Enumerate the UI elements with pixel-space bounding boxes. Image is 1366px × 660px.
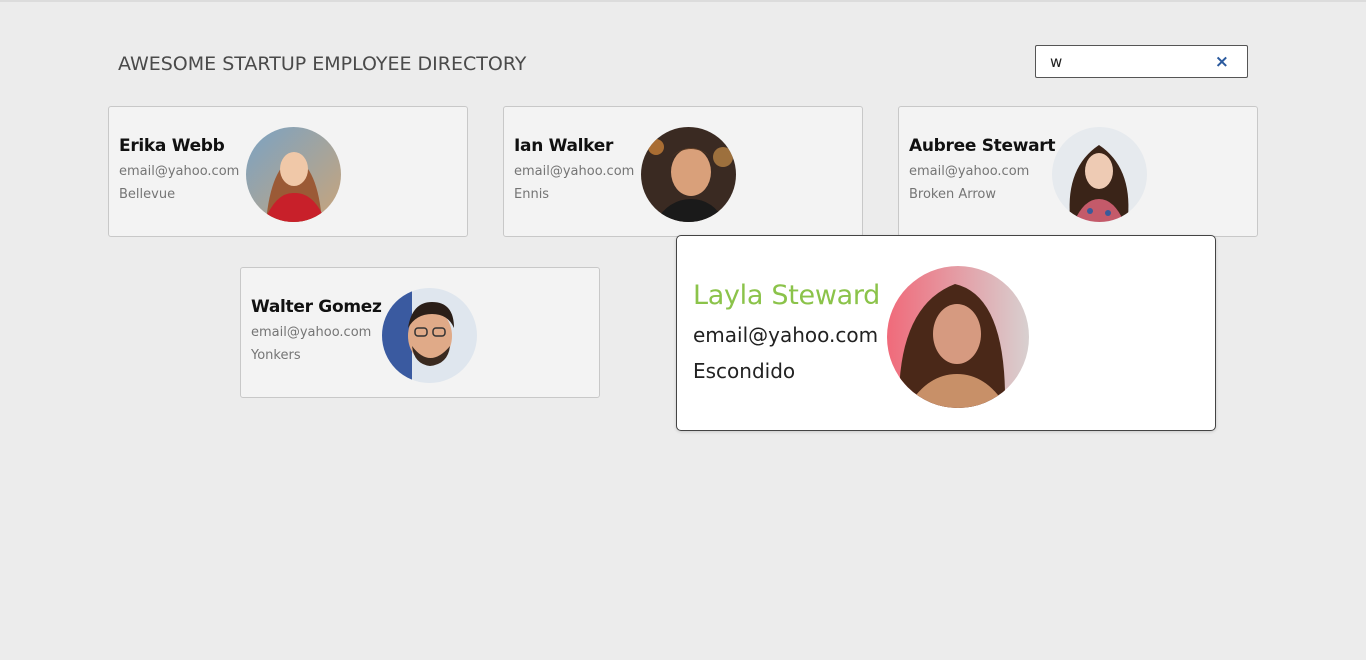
avatar	[887, 266, 1029, 408]
avatar-photo-icon	[382, 288, 477, 383]
avatar-photo-icon	[641, 127, 736, 222]
selected-employee-card[interactable]: Layla Steward email@yahoo.com Escondido	[676, 235, 1216, 431]
employee-name: Aubree Stewart	[909, 136, 1056, 156]
employee-card[interactable]: Aubree Stewart email@yahoo.com Broken Ar…	[898, 106, 1258, 237]
employee-name: Erika Webb	[119, 136, 225, 156]
employee-city: Bellevue	[119, 187, 176, 202]
page-title: AWESOME STARTUP EMPLOYEE DIRECTORY	[118, 53, 527, 75]
clear-icon[interactable]: ×	[1215, 52, 1229, 72]
avatar	[246, 127, 341, 222]
employee-city: Ennis	[514, 187, 550, 202]
search-box[interactable]: ×	[1035, 45, 1248, 78]
avatar	[382, 288, 477, 383]
employee-directory-page: AWESOME STARTUP EMPLOYEE DIRECTORY × Eri…	[0, 0, 1366, 660]
employee-card[interactable]: Walter Gomez email@yahoo.com Yonkers	[240, 267, 600, 398]
employee-name: Ian Walker	[514, 136, 614, 156]
employee-email: email@yahoo.com	[909, 164, 1030, 179]
selected-employee-email: email@yahoo.com	[693, 323, 879, 347]
avatar	[641, 127, 736, 222]
employee-email: email@yahoo.com	[251, 325, 372, 340]
employee-city: Broken Arrow	[909, 187, 997, 202]
selected-employee-city: Escondido	[693, 359, 796, 383]
avatar	[1052, 127, 1147, 222]
employee-email: email@yahoo.com	[514, 164, 635, 179]
selected-employee-name: Layla Steward	[693, 280, 881, 311]
search-input[interactable]	[1050, 51, 1210, 73]
employee-card[interactable]: Ian Walker email@yahoo.com Ennis	[503, 106, 863, 237]
employee-city: Yonkers	[251, 348, 301, 363]
employee-card[interactable]: Erika Webb email@yahoo.com Bellevue	[108, 106, 468, 237]
avatar-photo-icon	[887, 266, 1029, 408]
employee-name: Walter Gomez	[251, 297, 382, 317]
avatar-photo-icon	[246, 127, 341, 222]
employee-email: email@yahoo.com	[119, 164, 240, 179]
avatar-photo-icon	[1052, 127, 1147, 222]
